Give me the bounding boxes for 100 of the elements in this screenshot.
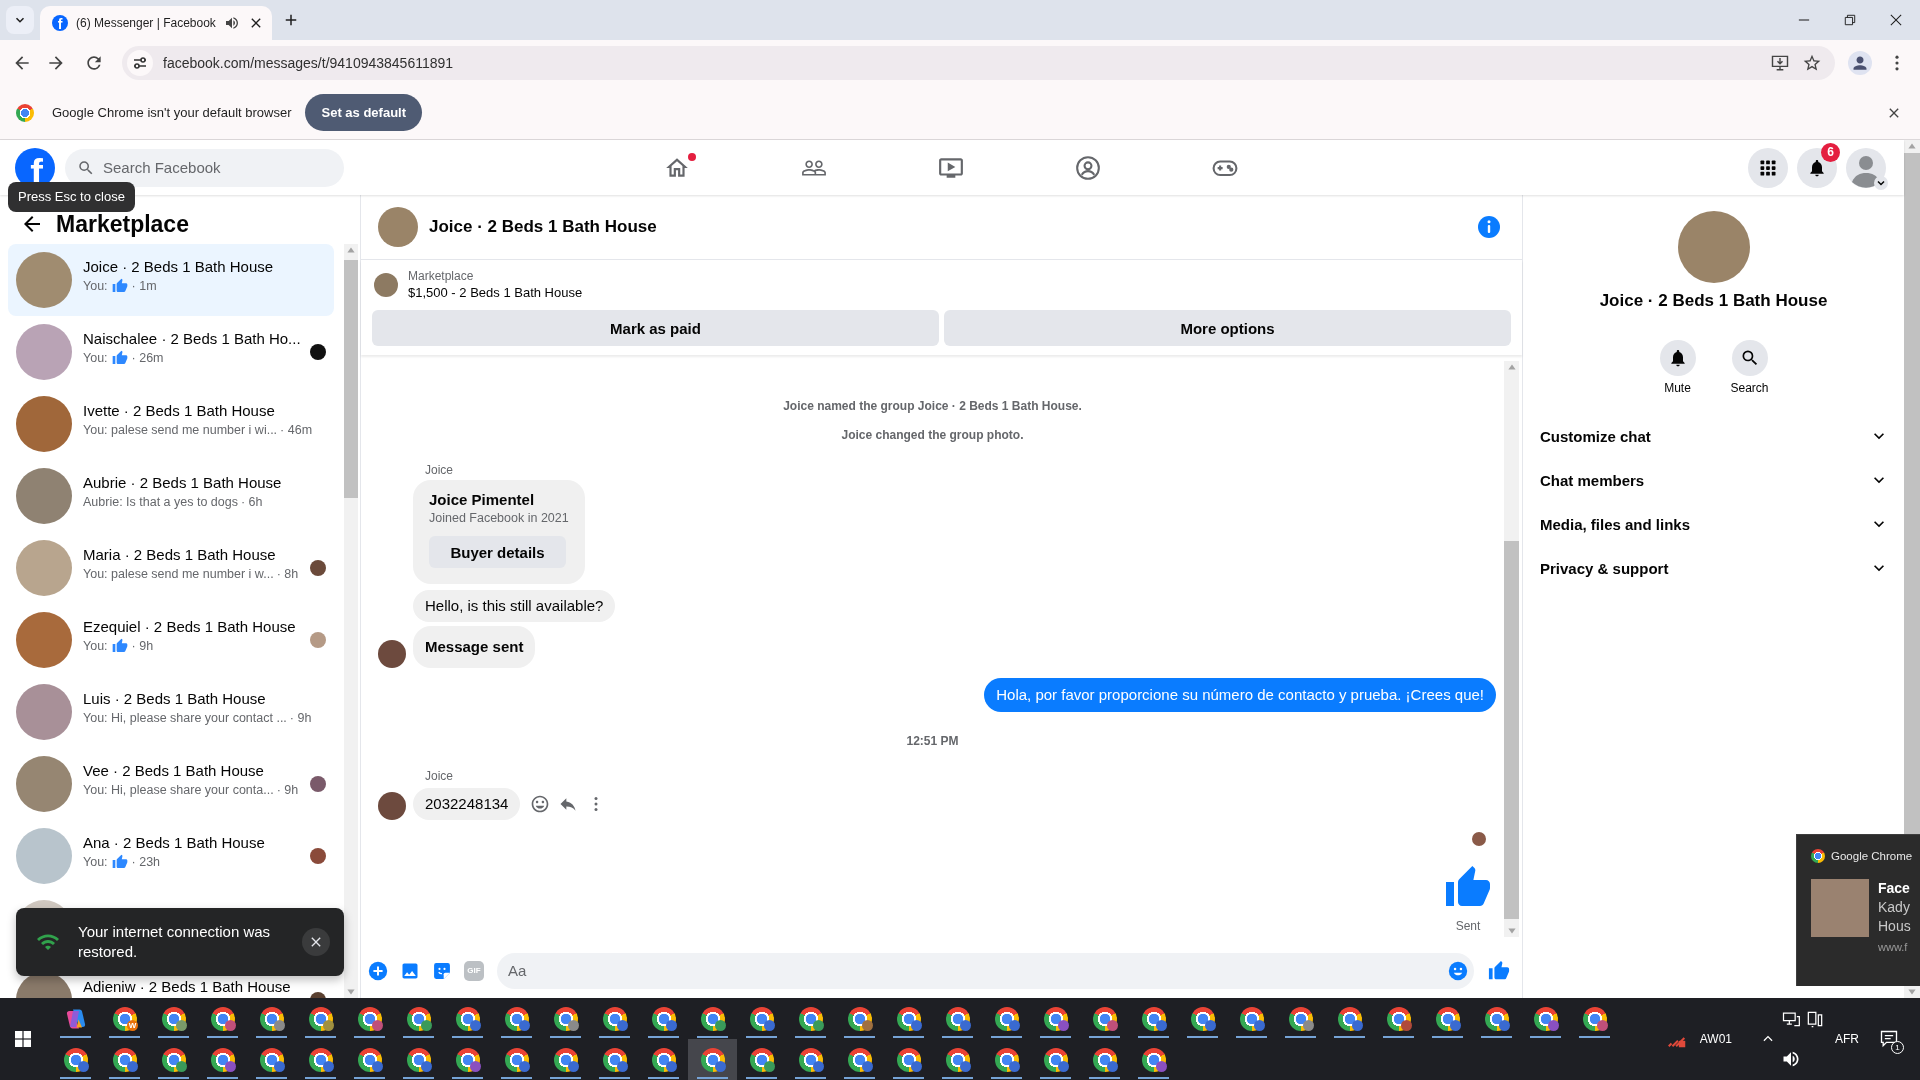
conversation-title: Maria · 2 Beds 1 Bath House	[83, 545, 277, 565]
profile-icon[interactable]	[1848, 51, 1872, 75]
browser-icon	[1043, 1006, 1068, 1031]
site-info-icon[interactable]	[127, 50, 153, 76]
browser-icon	[161, 1047, 186, 1072]
chat-message: 2032248134	[413, 788, 521, 820]
conversation-item[interactable]: Naischalee · 2 Beds 1 Bath Ho... You: · 26m	[8, 316, 334, 388]
listing-action-button[interactable]: More options	[944, 310, 1511, 346]
mute-button[interactable]	[1659, 340, 1696, 376]
browser-icon	[112, 1047, 137, 1072]
scrollbar-thumb[interactable]	[344, 260, 358, 498]
sticker-icon[interactable]	[432, 960, 452, 981]
profile-name: Joice Pimentel	[429, 490, 535, 510]
tooltip: Press Esc to close	[8, 182, 135, 212]
restore-icon[interactable]	[1844, 14, 1856, 26]
notification-title: Face	[1878, 879, 1911, 898]
install-icon[interactable]	[1770, 53, 1790, 73]
browser-logo-icon	[16, 103, 34, 122]
network-label[interactable]: AW01	[1699, 1032, 1732, 1046]
conversation-title: Luis · 2 Beds 1 Bath House	[83, 689, 267, 709]
buyer-details-button[interactable]: Buyer details	[429, 536, 566, 568]
message-time: · 6h	[240, 494, 263, 511]
notification-popup[interactable]: Google Chrome Face Kady Hous www.f	[1796, 834, 1920, 986]
scrollbar[interactable]	[1504, 361, 1519, 937]
chat-message: Hola, por favor proporcione su número de contacto y prueba. ¡Crees que!	[984, 678, 1496, 712]
address-bar[interactable]: facebook.com/messages/t/9410943845611891	[122, 46, 1835, 80]
smiley-icon[interactable]	[530, 794, 551, 814]
info-icon[interactable]	[1477, 215, 1501, 239]
browser-icon	[504, 1006, 529, 1031]
speaker-icon[interactable]	[223, 15, 240, 31]
speaker-icon[interactable]	[1781, 1049, 1801, 1069]
conversation-item[interactable]: Aubrie · 2 Beds 1 Bath House Aubrie: Is that a yes to dogs · 6h	[8, 460, 334, 532]
photo-placeholder	[1811, 879, 1869, 937]
browser-icon	[553, 1006, 578, 1031]
browser-icon	[63, 1047, 88, 1072]
photo-placeholder	[374, 272, 398, 297]
close-button[interactable]	[302, 928, 330, 956]
thumbs-up-icon[interactable]	[1488, 959, 1510, 982]
scrollbar-thumb[interactable]	[1504, 541, 1519, 919]
system-message: Joice named the group Joice · 2 Beds 1 Bath House.	[783, 398, 1082, 414]
section-header[interactable]: Media, files and links	[1523, 502, 1904, 546]
conversation-item[interactable]: Ivette · 2 Beds 1 Bath House You: palese send me number i wi... · 46m	[8, 388, 334, 460]
browser-icon	[1484, 1006, 1509, 1031]
scrollbar[interactable]	[344, 244, 358, 998]
star-icon[interactable]	[1802, 53, 1822, 73]
listing-title: $1,500 - 2 Beds 1 Bath House	[408, 284, 583, 301]
browser-icon	[896, 1047, 921, 1072]
browser-icon	[602, 1006, 627, 1031]
favicon: f	[52, 15, 68, 31]
message-preview: You:	[83, 854, 108, 871]
notification-text: Hous	[1878, 917, 1911, 936]
bell-icon	[1807, 157, 1827, 178]
conversation-item[interactable]: Maria · 2 Beds 1 Bath House You: palese send me number i w... · 8h	[8, 532, 334, 604]
message-time: · 8h	[276, 566, 299, 583]
conversation-item[interactable]: Ezequiel · 2 Beds 1 Bath House You: · 9h	[8, 604, 334, 676]
plus-icon[interactable]	[368, 960, 388, 981]
device-icon[interactable]	[1805, 1009, 1825, 1029]
chat-message: Message sent	[413, 626, 536, 668]
browser-icon	[847, 1047, 872, 1072]
conversation-item[interactable]: Ana · 2 Beds 1 Bath House You: · 23h	[8, 820, 334, 892]
action-label: Mute	[1664, 380, 1691, 396]
menu-button[interactable]	[1748, 147, 1788, 188]
browser-icon	[994, 1006, 1019, 1031]
search-field[interactable]: Search Facebook	[65, 148, 344, 187]
browser-icon	[651, 1006, 676, 1031]
section-header[interactable]: Privacy & support	[1523, 546, 1904, 590]
browser-icon	[406, 1006, 431, 1031]
conversation-item[interactable]: Vee · 2 Beds 1 Bath House You: Hi, please share your conta... · 9h	[8, 748, 334, 820]
windows-logo-icon[interactable]	[15, 1031, 31, 1047]
section-header[interactable]: Chat members	[1523, 458, 1904, 502]
conversation-item[interactable]: Luis · 2 Beds 1 Bath House You: Hi, please share your contact ... · 9h	[8, 676, 334, 748]
browser-icon	[798, 1047, 823, 1072]
groups-icon	[1074, 154, 1101, 181]
search-button[interactable]	[1731, 340, 1768, 376]
browser-icon	[700, 1006, 725, 1031]
chevron-icon[interactable]	[1874, 175, 1888, 190]
browser-icon	[1190, 1006, 1215, 1031]
message-time: · 46m	[280, 422, 313, 439]
conversation-item[interactable]: Joice · 2 Beds 1 Bath House You: · 1m	[8, 244, 334, 316]
browser-tab[interactable]: f (6) Messenger | Facebook	[40, 6, 272, 40]
section-header[interactable]: Customize chat	[1523, 414, 1904, 458]
taskbar-button[interactable]	[688, 1039, 737, 1080]
notification-icon[interactable]	[1879, 1029, 1899, 1049]
browser-icon	[455, 1047, 480, 1072]
message-time: · 9h	[131, 638, 154, 655]
message-input[interactable]: Aa	[497, 952, 1474, 989]
browser-icon	[847, 1006, 872, 1031]
language-indicator[interactable]: AFR	[1835, 1032, 1859, 1046]
timestamp: 12:51 PM	[906, 733, 959, 749]
reload-icon[interactable]	[84, 53, 104, 73]
emoji-icon[interactable]	[1448, 960, 1468, 981]
set-default-button[interactable]: Set as default	[305, 94, 422, 131]
message-preview: You:	[83, 278, 108, 295]
browser-icon	[1092, 1047, 1117, 1072]
browser-icon	[357, 1047, 382, 1072]
browser-icon	[749, 1006, 774, 1031]
browser-icon	[896, 1006, 921, 1031]
close-icon[interactable]	[1890, 14, 1902, 26]
listing-action-button[interactable]: Mark as paid	[372, 310, 939, 346]
message-preview: You:	[83, 350, 108, 367]
